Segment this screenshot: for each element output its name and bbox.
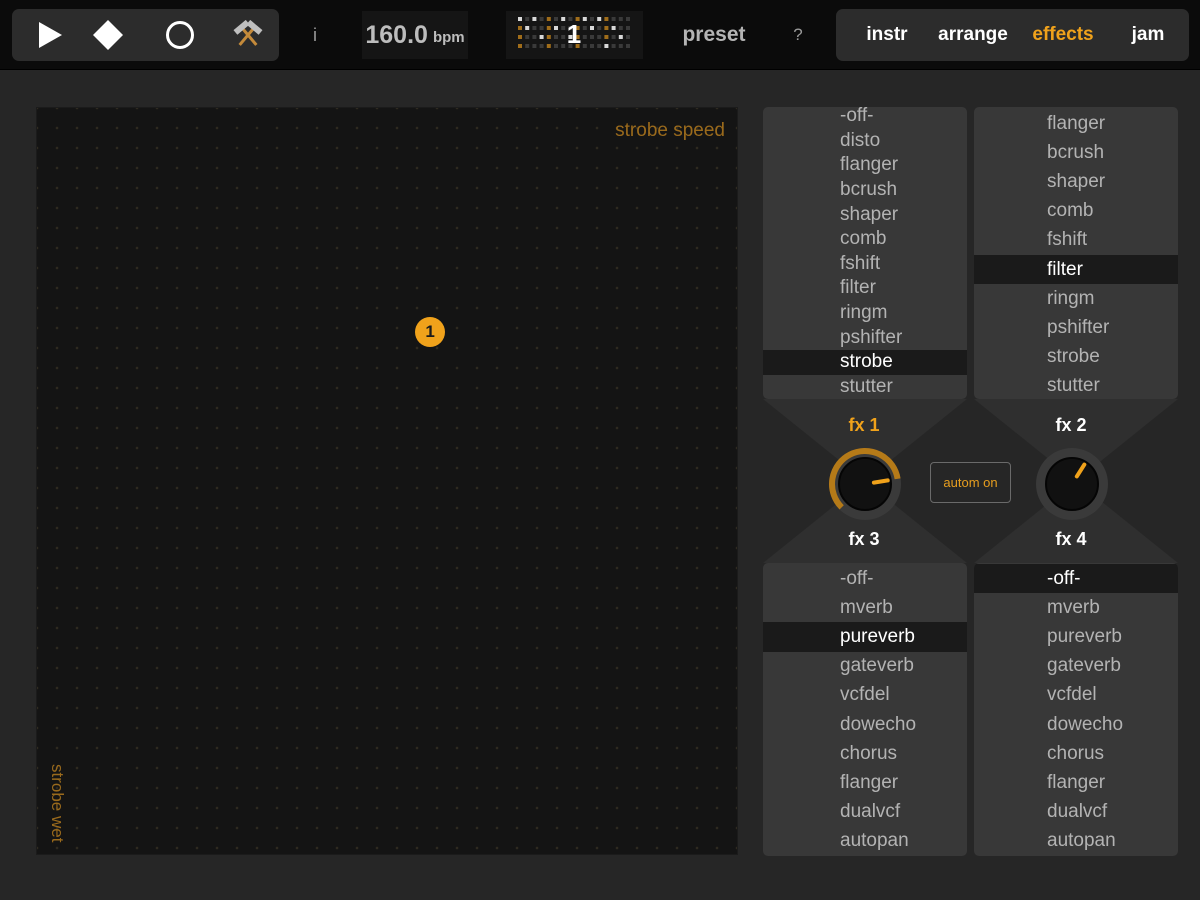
fx-option[interactable]: pureverb	[763, 622, 967, 652]
fx-option[interactable]: shaper	[763, 202, 967, 227]
fx-option[interactable]: flanger	[763, 768, 967, 797]
tools-button[interactable]	[220, 9, 276, 61]
fx-option[interactable]: disto	[763, 129, 967, 154]
tab-arrange[interactable]: arrange	[930, 9, 1016, 61]
fx-option[interactable]: dualvcf	[763, 798, 967, 827]
preset-button[interactable]: preset	[672, 18, 756, 52]
xy-pad[interactable]: strobe speed strobe wet 1	[36, 107, 738, 855]
play-icon	[39, 22, 62, 48]
tab-effects[interactable]: effects	[1024, 9, 1102, 61]
fx-option[interactable]: flanger	[974, 768, 1178, 797]
fx-option[interactable]: filter	[974, 255, 1178, 285]
fx-option[interactable]: autopan	[763, 827, 967, 856]
fx-option[interactable]: fshift	[974, 226, 1178, 255]
fx-option[interactable]: dowecho	[763, 710, 967, 739]
main-nav: instr arrange effects jam	[836, 9, 1189, 61]
fx-option[interactable]: comb	[763, 227, 967, 252]
fx2-list[interactable]: flanger bcrush shaper comb fshift filter ringm…	[974, 107, 1178, 399]
touch-point-1[interactable]: 1	[415, 317, 446, 348]
stop-diamond-icon	[93, 20, 123, 50]
fx-option[interactable]: ringm	[974, 284, 1178, 313]
fx-center-panel: fx 1 fx 2 fx 3 fx 4 autom on	[763, 399, 1178, 563]
fx-option[interactable]: -off-	[763, 107, 967, 129]
tempo-unit: bpm	[432, 28, 465, 46]
fx1-list[interactable]: -off-disto flanger bcrush shaper comb fshift f…	[763, 107, 967, 399]
fx-option[interactable]: ringm	[763, 301, 967, 326]
tab-jam[interactable]: jam	[1118, 9, 1178, 61]
top-bar: i 160.0 bpm 1 preset ? instr arrange eff…	[0, 0, 1200, 70]
fx3-list[interactable]: -off-mverb pureverb gateverb vcfdel dowecho c…	[763, 563, 967, 856]
stop-button[interactable]	[80, 9, 136, 61]
fx-option[interactable]: mverb	[763, 593, 967, 622]
fx-option[interactable]: chorus	[974, 739, 1178, 768]
fx2-label: fx 2	[1055, 415, 1087, 435]
fx-option[interactable]: mverb	[974, 593, 1178, 622]
fx4-list[interactable]: -off-mverb pureverb gateverb vcfdel dowecho c…	[974, 563, 1178, 856]
y-axis-label: strobe wet	[48, 763, 67, 842]
fx-option[interactable]: gateverb	[974, 652, 1178, 681]
fx-option[interactable]: fshift	[763, 252, 967, 277]
fx-option[interactable]: dowecho	[974, 710, 1178, 739]
autom-toggle-button[interactable]: autom on	[930, 462, 1011, 503]
pattern-number: 1	[566, 19, 582, 49]
fx-option[interactable]: filter	[763, 276, 967, 301]
fx-option[interactable]: autopan	[974, 827, 1178, 856]
fx-mix-knob-right[interactable]	[1034, 446, 1110, 522]
fx-option[interactable]: dualvcf	[974, 798, 1178, 827]
tempo-display[interactable]: 160.0 bpm	[362, 11, 468, 59]
record-circle-icon	[166, 21, 194, 49]
fx4-label: fx 4	[1055, 529, 1087, 549]
fx-option[interactable]: -off-	[974, 564, 1178, 594]
fx-option[interactable]: stutter	[974, 372, 1178, 399]
fx-option[interactable]: pshifter	[763, 325, 967, 350]
fx-option[interactable]: pureverb	[974, 622, 1178, 651]
fx1-label: fx 1	[848, 415, 880, 435]
transport-controls	[12, 9, 279, 61]
fx-option[interactable]: shaper	[974, 167, 1178, 196]
fx-option[interactable]: pshifter	[974, 313, 1178, 342]
fx-option[interactable]: strobe	[763, 350, 967, 375]
fx-option[interactable]: -off-	[763, 564, 967, 593]
tab-instr[interactable]: instr	[852, 9, 922, 61]
x-axis-label: strobe speed	[615, 120, 725, 141]
fx-option[interactable]: comb	[974, 197, 1178, 226]
pattern-grid-display[interactable]: 1	[506, 11, 643, 59]
fx-option[interactable]: stutter	[763, 375, 967, 399]
fx-option[interactable]: flanger	[974, 109, 1178, 138]
fx-option[interactable]: chorus	[763, 739, 967, 768]
fx-mix-knob-left[interactable]	[827, 446, 903, 522]
fx-option[interactable]: strobe	[974, 343, 1178, 372]
help-button[interactable]: ?	[785, 18, 811, 52]
record-button[interactable]	[152, 9, 208, 61]
fx-option[interactable]: vcfdel	[974, 681, 1178, 710]
info-button[interactable]: i	[303, 18, 327, 52]
fx-option[interactable]: gateverb	[763, 652, 967, 681]
hammers-icon	[233, 20, 263, 46]
fx-option[interactable]: flanger	[763, 153, 967, 178]
fx-option[interactable]: bcrush	[974, 138, 1178, 167]
fx-option[interactable]: bcrush	[763, 178, 967, 203]
fx-option[interactable]: vcfdel	[763, 681, 967, 710]
tempo-value: 160.0	[365, 20, 428, 49]
fx3-label: fx 3	[848, 529, 880, 549]
play-button[interactable]	[22, 9, 78, 61]
